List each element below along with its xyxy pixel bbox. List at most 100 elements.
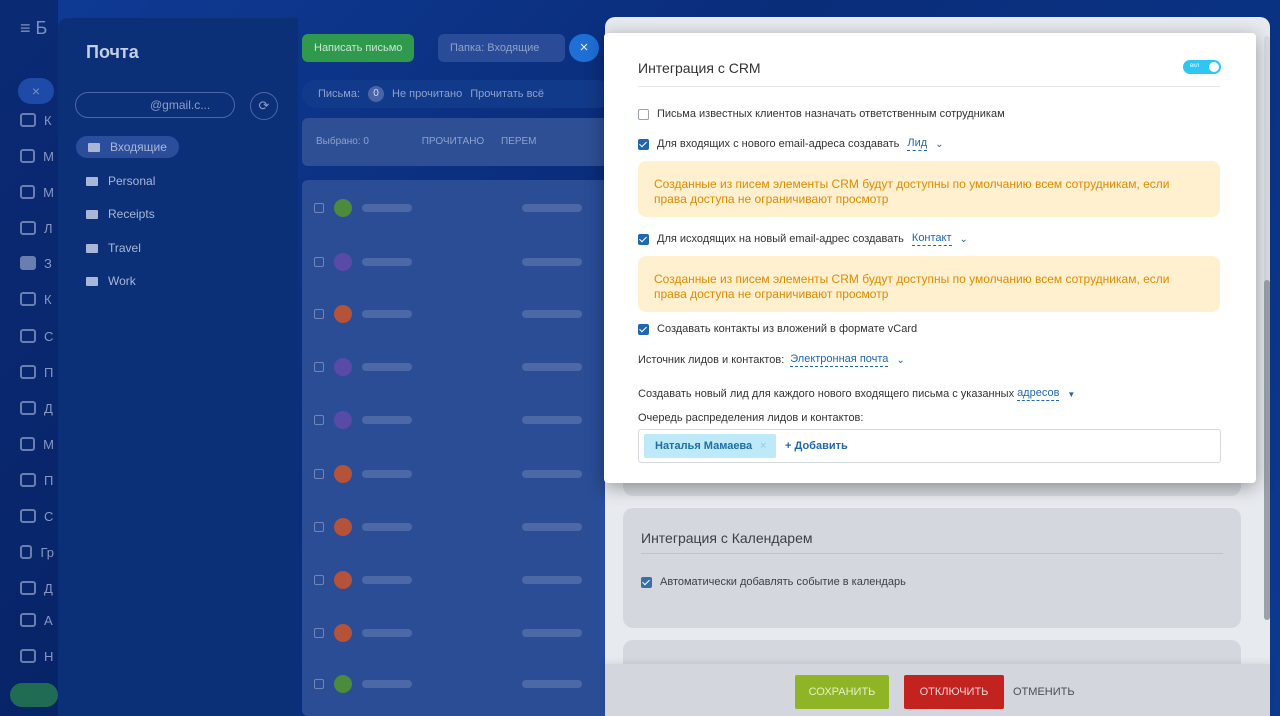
subject: [522, 363, 582, 371]
nav-item-active[interactable]: З: [20, 253, 54, 273]
list-item[interactable]: [314, 674, 604, 694]
row-checkbox[interactable]: [314, 522, 324, 532]
nav-item[interactable]: П: [20, 362, 54, 382]
disable-button[interactable]: ОТКЛЮЧИТЬ: [904, 675, 1004, 709]
folder-work[interactable]: Work: [86, 270, 136, 292]
addresses-select[interactable]: адресов: [1017, 387, 1060, 401]
row-checkbox[interactable]: [314, 309, 324, 319]
nav-icon: [20, 365, 36, 379]
nav-item[interactable]: Д: [20, 398, 54, 418]
queue-label: Очередь распределения лидов и контактов:: [638, 412, 864, 424]
outgoing-create-option[interactable]: Для исходящих на новый email-адрес созда…: [638, 232, 968, 246]
list-item[interactable]: [314, 252, 604, 272]
list-item[interactable]: [314, 357, 604, 377]
toggle-knob: [1209, 62, 1219, 72]
list-item[interactable]: [314, 517, 604, 537]
list-item[interactable]: [314, 570, 604, 590]
cancel-button[interactable]: ОТМЕНИТЬ: [1013, 675, 1075, 709]
vcard-option[interactable]: Создавать контакты из вложений в формате…: [638, 323, 917, 335]
save-button[interactable]: СОХРАНИТЬ: [795, 675, 889, 709]
nav-item[interactable]: М: [20, 182, 54, 202]
nav-item[interactable]: М: [20, 146, 54, 166]
crm-access-warning: Созданные из писем элементы CRM будут до…: [638, 161, 1220, 217]
nav-icon: [20, 545, 33, 559]
list-item[interactable]: [314, 304, 604, 324]
row-checkbox[interactable]: [314, 362, 324, 372]
mail-icon: [88, 142, 100, 152]
nav-item[interactable]: Д: [20, 578, 54, 598]
refresh-icon[interactable]: ⟳: [250, 92, 278, 120]
chevron-down-icon[interactable]: ⌄: [896, 355, 904, 366]
selected-count: Выбрано: 0: [316, 136, 369, 147]
unread-count-badge: 0: [368, 86, 385, 102]
mark-read-button[interactable]: ПРОЧИТАНО: [422, 136, 485, 147]
chevron-down-icon[interactable]: ⌄: [935, 139, 943, 150]
bottom-action-button[interactable]: [10, 683, 58, 707]
outgoing-entity-select[interactable]: Контакт: [911, 232, 952, 246]
remove-tag-icon[interactable]: ×: [760, 434, 766, 458]
folder-inbox[interactable]: Входящие: [76, 136, 179, 158]
caret-down-icon[interactable]: ▼: [1067, 390, 1075, 399]
row-checkbox[interactable]: [314, 415, 324, 425]
nav-icon: [20, 509, 36, 523]
list-item[interactable]: [314, 410, 604, 430]
row-checkbox[interactable]: [314, 203, 324, 213]
nav-item[interactable]: С: [20, 326, 54, 346]
checkbox[interactable]: [638, 108, 649, 120]
avatar: [334, 253, 352, 271]
folder-receipts[interactable]: Receipts: [86, 203, 155, 225]
chevron-down-icon[interactable]: ⌄: [960, 234, 968, 245]
sender: [362, 629, 412, 637]
close-slider-icon[interactable]: ×: [569, 34, 599, 62]
menu-icon[interactable]: ≡ Б: [20, 18, 47, 39]
queue-user-tag[interactable]: Наталья Мамаева: [644, 434, 777, 458]
calendar-auto-add-option[interactable]: Автоматически добавлять событие в календ…: [641, 576, 906, 588]
folder-icon: [86, 176, 98, 186]
checkbox[interactable]: [638, 323, 649, 335]
compose-button[interactable]: Написать письмо: [302, 34, 415, 62]
folder-travel[interactable]: Travel: [86, 237, 141, 259]
crm-toggle[interactable]: вкл: [1183, 60, 1221, 74]
row-checkbox[interactable]: [314, 679, 324, 689]
sender: [362, 416, 412, 424]
nav-item[interactable]: П: [20, 470, 54, 490]
list-item[interactable]: [314, 623, 604, 643]
nav-icon: [20, 437, 36, 451]
nav-item[interactable]: М: [20, 434, 54, 454]
row-checkbox[interactable]: [314, 257, 324, 267]
known-clients-option[interactable]: Письма известных клиентов назначать отве…: [638, 108, 1005, 120]
read-all-link[interactable]: Прочитать всё: [470, 80, 544, 108]
nav-item[interactable]: С: [20, 506, 54, 526]
row-checkbox[interactable]: [314, 575, 324, 585]
folder-icon: [86, 243, 98, 253]
nav-item[interactable]: Гр: [20, 542, 54, 562]
nav-item[interactable]: А: [20, 610, 54, 630]
subject: [522, 204, 582, 212]
unread-filter[interactable]: Не прочитано: [392, 80, 462, 108]
checkbox[interactable]: [638, 138, 649, 150]
incoming-create-option[interactable]: Для входящих с нового email-адреса созда…: [638, 137, 944, 151]
add-user-button[interactable]: + Добавить: [785, 434, 848, 458]
account-selector[interactable]: @gmail.c...: [75, 92, 235, 118]
close-icon[interactable]: ×: [18, 78, 54, 104]
nav-item[interactable]: К: [20, 110, 54, 130]
list-item[interactable]: [314, 198, 604, 218]
nav-icon: [20, 221, 36, 235]
row-checkbox[interactable]: [314, 628, 324, 638]
nav-item[interactable]: Н: [20, 646, 54, 666]
checkbox[interactable]: [641, 576, 652, 588]
checkbox[interactable]: [638, 233, 649, 245]
incoming-entity-select[interactable]: Лид: [907, 137, 928, 151]
scrollbar-thumb[interactable]: [1264, 280, 1270, 620]
divider: [638, 86, 1220, 87]
subject: [522, 310, 582, 318]
nav-item[interactable]: К: [20, 289, 54, 309]
lead-source-select[interactable]: Электронная почта: [790, 353, 889, 367]
nav-item[interactable]: Л: [20, 218, 54, 238]
row-checkbox[interactable]: [314, 469, 324, 479]
folder-filter-chip[interactable]: Папка: Входящие: [438, 34, 566, 62]
list-item[interactable]: [314, 464, 604, 484]
move-button[interactable]: ПЕРЕМ: [501, 136, 537, 147]
mail-list: [302, 180, 612, 716]
folder-personal[interactable]: Personal: [86, 170, 155, 192]
